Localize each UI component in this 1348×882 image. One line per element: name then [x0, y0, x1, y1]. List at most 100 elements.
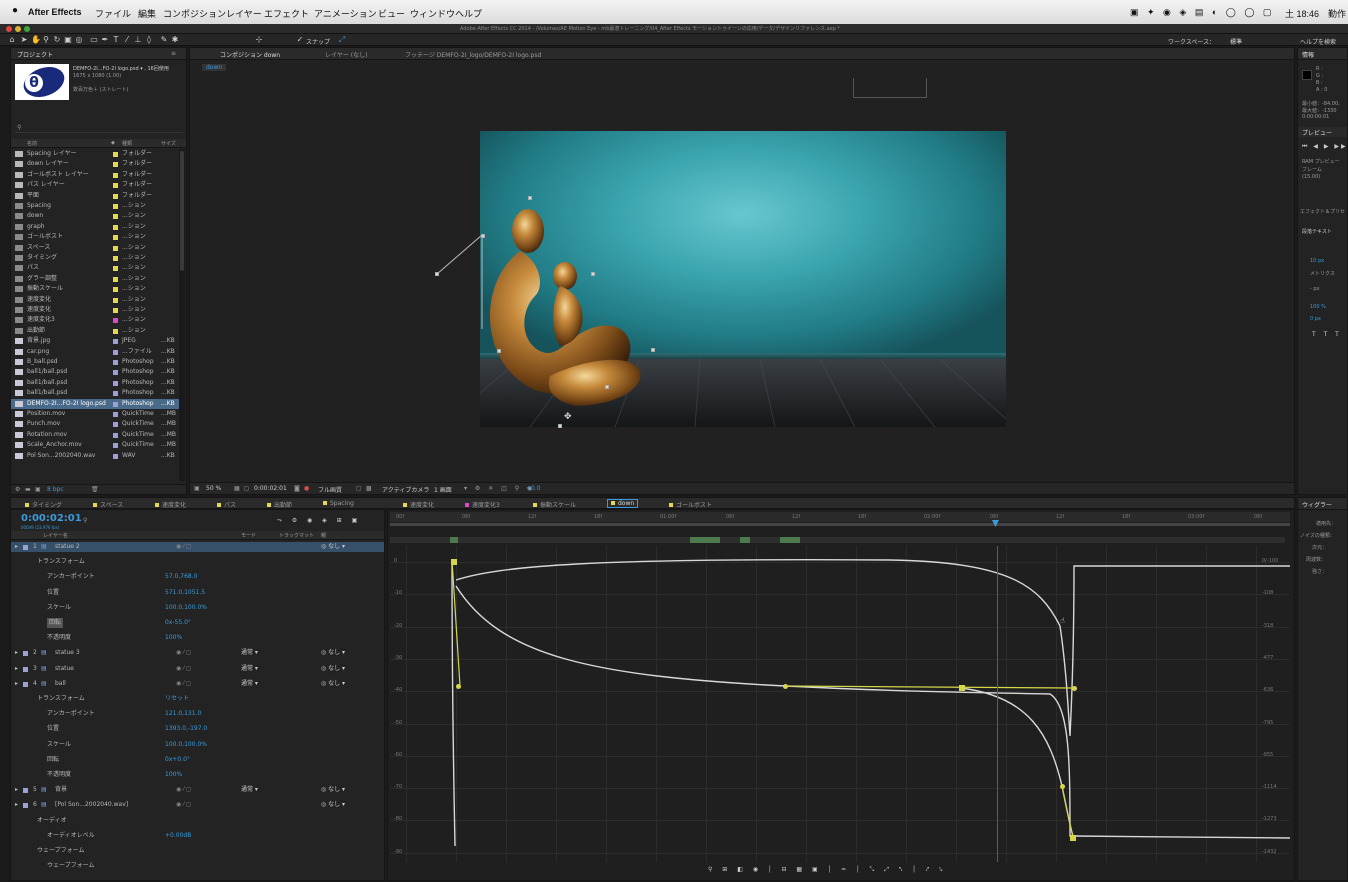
layer-label-color[interactable]: [23, 651, 28, 657]
timeline-tab[interactable]: パス: [217, 500, 236, 509]
label-swatch[interactable]: [113, 318, 118, 324]
expand-triangle-icon[interactable]: ▸: [15, 785, 18, 795]
layer-property[interactable]: トランスフォーム: [11, 557, 384, 567]
tab-project[interactable]: プロジェクト: [17, 50, 53, 59]
puppet-tool-icon[interactable]: ✱: [171, 36, 179, 44]
menu-effect[interactable]: エフェクト: [264, 7, 309, 20]
time-ruler[interactable]: 00f 06f 12f 18f 01:00f 06f 12f 18f 02:00f 06f 12f 1…: [390, 512, 1290, 522]
property-value[interactable]: 57.0,768.0: [165, 572, 197, 582]
label-swatch[interactable]: [113, 297, 118, 303]
layer-switches[interactable]: ◉ ⁄ ◻: [176, 648, 191, 658]
layer-row[interactable]: ▸ 3 ▤ statue 通常 ▾ ◎ なし ▾ ◉ ⁄ ◻: [11, 664, 384, 674]
region-icon[interactable]: ▢: [356, 485, 362, 492]
project-item[interactable]: ゴールボスト ...ション: [11, 232, 179, 242]
expand-triangle-icon[interactable]: ▸: [15, 800, 18, 810]
layer-switches[interactable]: ◉ ⁄ ◻: [176, 800, 191, 810]
label-swatch[interactable]: [113, 162, 118, 168]
layer-label-color[interactable]: [23, 666, 28, 672]
project-item[interactable]: Spacing ...ション: [11, 201, 179, 211]
timeline-tab[interactable]: 出勤節: [267, 500, 292, 509]
timeline-tab[interactable]: スペース: [93, 500, 123, 509]
project-item[interactable]: Punch.mov QuickTime ...MB: [11, 419, 179, 429]
mask-toggle-icon[interactable]: ◻: [244, 485, 249, 492]
quality-select[interactable]: フル画質: [318, 485, 342, 494]
app-menu[interactable]: After Effects: [28, 7, 82, 17]
timeline-timecode[interactable]: 0:00:02:01: [21, 513, 82, 524]
character-panel-tab[interactable]: 段落テキスト: [1302, 228, 1332, 235]
timeline-search-icon[interactable]: ⚲: [83, 517, 87, 524]
tab-wiggler[interactable]: ウィグラー: [1302, 500, 1332, 509]
workspace-select[interactable]: 標準: [1230, 37, 1242, 46]
snap-checkbox[interactable]: ✓: [296, 36, 304, 44]
bezier-handle-point[interactable]: [783, 684, 788, 689]
expand-triangle-icon[interactable]: ▸: [15, 542, 18, 552]
project-item[interactable]: Pol Son...2002040.wav WAV ...KB: [11, 451, 179, 461]
project-menu-icon[interactable]: ≡: [171, 50, 176, 57]
label-swatch[interactable]: [113, 287, 118, 293]
transform-handle[interactable]: [497, 349, 501, 353]
stamp-tool-icon[interactable]: ⊥: [134, 36, 142, 44]
transform-handle[interactable]: [481, 234, 485, 238]
project-item[interactable]: 振動スケール ...ション: [11, 284, 179, 294]
parent-select[interactable]: ◎ なし ▾: [321, 664, 345, 674]
col-layer-name[interactable]: レイヤー名: [43, 532, 68, 539]
label-swatch[interactable]: [113, 152, 118, 157]
property-value[interactable]: 0x+0.0°: [165, 755, 190, 765]
label-swatch[interactable]: [113, 412, 118, 417]
property-value[interactable]: 100.0,100.0%: [165, 603, 207, 613]
leading-field[interactable]: - px: [1310, 286, 1320, 292]
label-column-icon[interactable]: ◆: [111, 140, 115, 146]
work-area-bar[interactable]: [390, 523, 1290, 526]
axis-tool-icon[interactable]: ⊹: [255, 36, 263, 44]
transparency-icon[interactable]: ▩: [366, 485, 372, 492]
bezier-handle-point[interactable]: [456, 684, 461, 689]
menu-view[interactable]: ビュー: [378, 7, 405, 20]
property-value[interactable]: 571.0,1051.5: [165, 588, 205, 598]
layer-row[interactable]: ▸ 4 ▤ ball 通常 ▾ ◎ なし ▾ ◉ ⁄ ◻: [11, 679, 384, 689]
type-tool-icon[interactable]: T: [112, 36, 120, 44]
zoom-select[interactable]: 50 %: [206, 485, 221, 492]
project-item[interactable]: DEMFO-2I...FO-2I logo.psd Photoshop ...KB: [11, 398, 179, 409]
layer-property[interactable]: トランスフォーム リセット: [11, 694, 384, 704]
property-value[interactable]: 0x-55.0°: [165, 618, 191, 628]
project-item[interactable]: 速度変化 ...ション: [11, 295, 179, 305]
project-item[interactable]: スペース ...ション: [11, 243, 179, 253]
project-item[interactable]: 背景.jpg JPEG ...KB: [11, 336, 179, 346]
project-item[interactable]: ゴールボスト レイヤー フォルダー: [11, 170, 179, 180]
bezier-handle-point[interactable]: [1060, 784, 1065, 789]
timeline-tab[interactable]: 速度変化3: [465, 500, 500, 509]
channel-icon[interactable]: ●: [304, 485, 309, 492]
font-size-field[interactable]: 10 px: [1310, 258, 1324, 264]
property-value[interactable]: リセット: [165, 694, 189, 704]
parent-select[interactable]: ◎ なし ▾: [321, 800, 345, 810]
label-swatch[interactable]: [113, 328, 118, 334]
layer-label-color[interactable]: [23, 681, 28, 687]
project-item[interactable]: Scale_Anchor.mov QuickTime ...MB: [11, 440, 179, 450]
tracking-field[interactable]: メトリクス: [1310, 270, 1335, 277]
col-mode[interactable]: モード: [241, 532, 256, 539]
property-value[interactable]: 100%: [165, 770, 182, 780]
comp-timecode[interactable]: 0:00:02:01: [254, 485, 287, 492]
layer-property[interactable]: アンカーポイント 121.0,131.0: [11, 709, 384, 719]
project-item[interactable]: パス ...ション: [11, 263, 179, 273]
label-swatch[interactable]: [113, 235, 118, 241]
label-swatch[interactable]: [113, 349, 118, 355]
layer-label-color[interactable]: [23, 803, 28, 809]
tab-info[interactable]: 情報: [1302, 50, 1314, 59]
property-value[interactable]: 121.0,131.0: [165, 709, 201, 719]
hand-tool-icon[interactable]: ✋: [31, 36, 41, 44]
camera-tool-icon[interactable]: ▣: [64, 36, 72, 44]
project-item[interactable]: ball1/ball.psd Photoshop ...KB: [11, 388, 179, 398]
layer-row[interactable]: ▸ 2 ▤ statue 3 通常 ▾ ◎ なし ▾ ◉ ⁄ ◻: [11, 648, 384, 658]
parent-select[interactable]: ◎ なし ▾: [321, 785, 345, 795]
scale-v-field[interactable]: 0 px: [1310, 316, 1321, 322]
transform-handle[interactable]: [651, 348, 655, 352]
layer-property[interactable]: 回転 0x-55.0°: [11, 618, 384, 628]
layer-property[interactable]: ウェーブフォーム: [11, 846, 384, 856]
layer-property[interactable]: オーディオレベル +0.00dB: [11, 831, 384, 841]
label-swatch[interactable]: [113, 214, 118, 220]
property-value[interactable]: 100%: [165, 633, 182, 643]
label-swatch[interactable]: [113, 380, 118, 386]
layer-property[interactable]: スケール 100.0,100.0%: [11, 740, 384, 750]
label-swatch[interactable]: [113, 266, 118, 272]
